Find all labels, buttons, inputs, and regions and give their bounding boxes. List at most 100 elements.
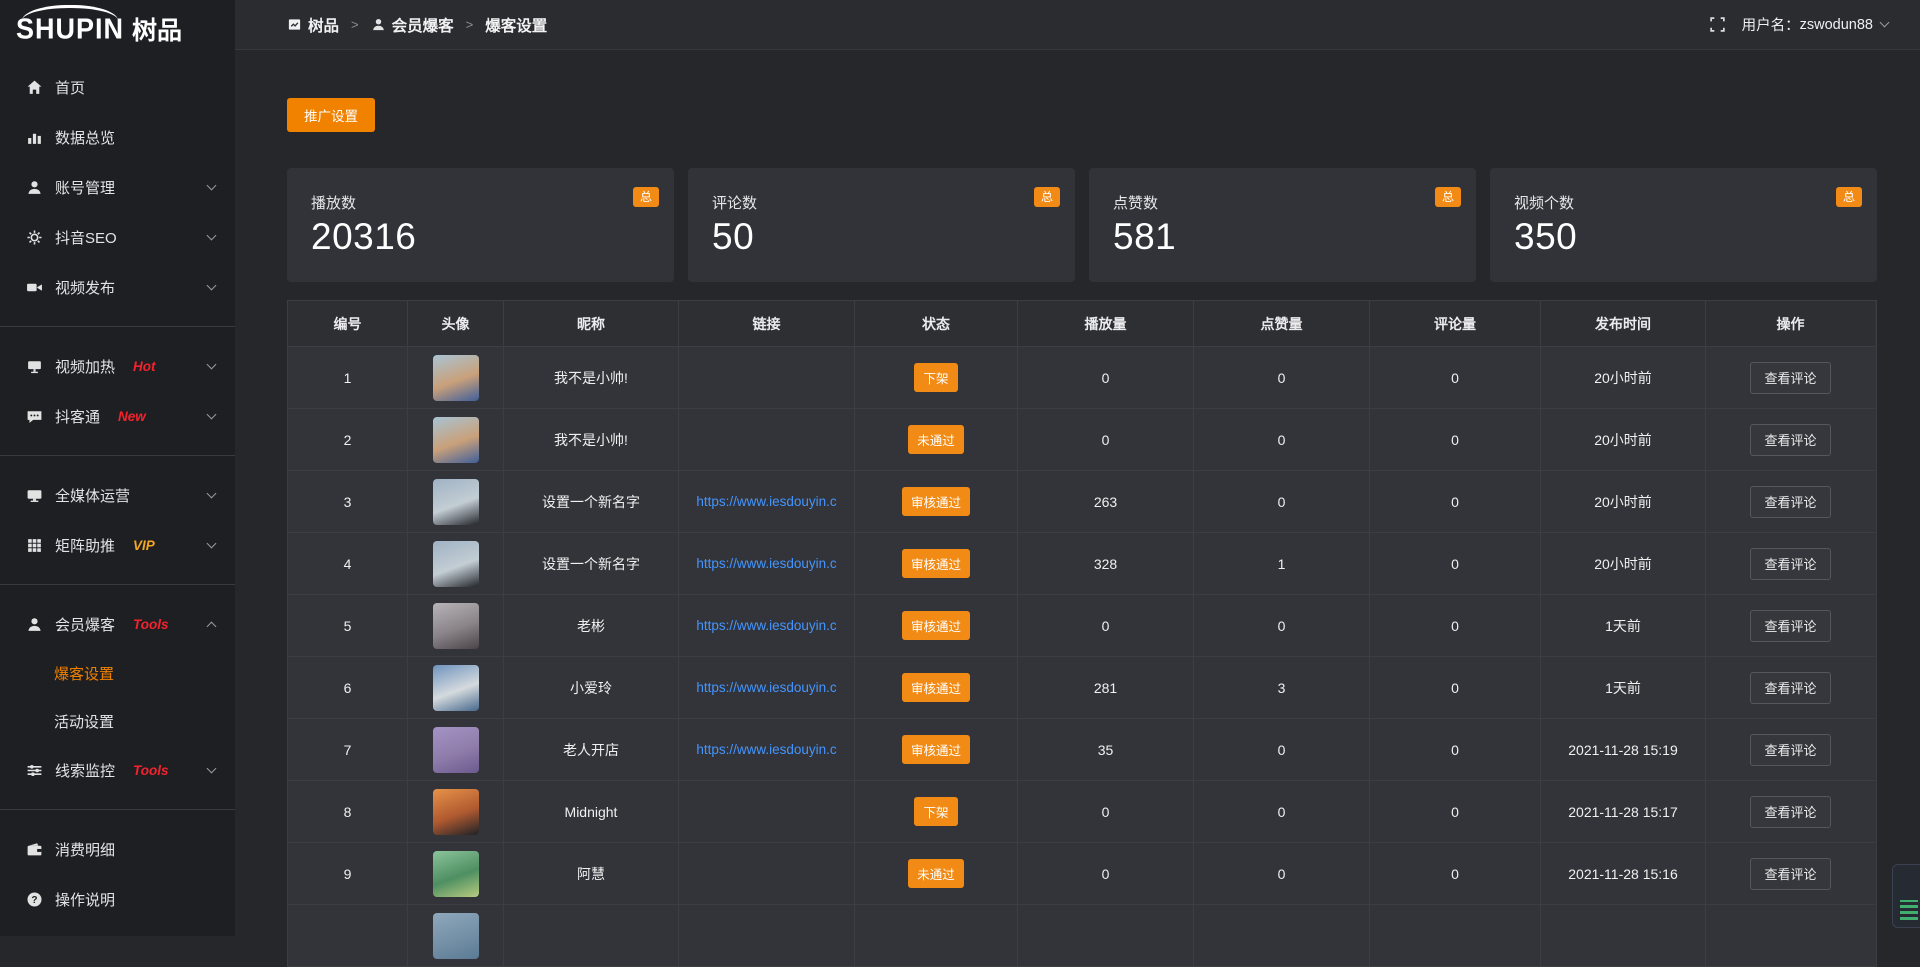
view-comments-button[interactable]: 查看评论 bbox=[1750, 796, 1830, 828]
cell-id: 9 bbox=[288, 843, 408, 905]
view-comments-button[interactable]: 查看评论 bbox=[1750, 610, 1830, 642]
cell-status: 未通过 bbox=[855, 843, 1018, 905]
stat-cards: 播放数20316总评论数50总点赞数581总视频个数350总 bbox=[287, 168, 1877, 282]
cell-id: 5 bbox=[288, 595, 408, 657]
sidebar-item-label: 消费明细 bbox=[55, 839, 115, 860]
sidebar-item-data-overview[interactable]: 数据总览 bbox=[0, 112, 235, 162]
sidebar-item-activity-settings[interactable]: 活动设置 bbox=[0, 697, 235, 745]
view-comments-button[interactable]: 查看评论 bbox=[1750, 362, 1830, 394]
sidebar-item-media-operation[interactable]: 全媒体运营 bbox=[0, 470, 235, 520]
sidebar-item-member-baoke[interactable]: 会员爆客Tools bbox=[0, 599, 235, 649]
breadcrumb-label: 爆客设置 bbox=[485, 14, 547, 36]
wallet-icon bbox=[26, 841, 43, 858]
main-area: 树品>会员爆客>爆客设置 用户名：zswodun88 推广设置 播放数20316… bbox=[235, 0, 1920, 936]
cell-time bbox=[1541, 905, 1706, 967]
cell-avatar bbox=[408, 843, 504, 905]
sidebar-item-consume-detail[interactable]: 消费明细 bbox=[0, 824, 235, 874]
breadcrumb-item[interactable]: 爆客设置 bbox=[485, 14, 547, 36]
video-icon bbox=[26, 279, 43, 296]
cell-comments: 0 bbox=[1370, 533, 1541, 595]
member-icon bbox=[26, 616, 43, 633]
logo-text-cn: 树品 bbox=[132, 11, 182, 47]
sidebar-item-douyin-seo[interactable]: 抖音SEO bbox=[0, 212, 235, 262]
sidebar-item-account-manage[interactable]: 账号管理 bbox=[0, 162, 235, 212]
chevron-down-icon bbox=[207, 538, 217, 548]
sidebar-item-label: 视频发布 bbox=[55, 277, 115, 298]
sidebar-item-matrix-boost[interactable]: 矩阵助推VIP bbox=[0, 520, 235, 570]
breadcrumb-separator: > bbox=[351, 17, 359, 32]
cell-id: 4 bbox=[288, 533, 408, 595]
table-row: 4设置一个新名字https://www.iesdouyin.c审核通过32810… bbox=[288, 533, 1876, 595]
status-badge: 下架 bbox=[914, 363, 957, 392]
cell-link: https://www.iesdouyin.c bbox=[679, 471, 855, 533]
floating-contact-widget[interactable] bbox=[1892, 864, 1920, 928]
logo-text-en: SHUPIN bbox=[16, 13, 124, 46]
sliders-icon bbox=[26, 762, 43, 779]
avatar bbox=[433, 851, 479, 897]
cell-time: 2021-11-28 15:16 bbox=[1541, 843, 1706, 905]
table-header-cell: 发布时间 bbox=[1541, 301, 1706, 347]
view-comments-button[interactable]: 查看评论 bbox=[1750, 486, 1830, 518]
cell-likes: 1 bbox=[1194, 533, 1370, 595]
video-link[interactable]: https://www.iesdouyin.c bbox=[696, 556, 836, 571]
cell-comments: 0 bbox=[1370, 657, 1541, 719]
breadcrumb-item[interactable]: 会员爆客 bbox=[371, 14, 454, 36]
sidebar-item-label: 视频加热 bbox=[55, 356, 115, 377]
stat-card-label: 播放数 bbox=[311, 192, 650, 213]
stat-card-label: 评论数 bbox=[712, 192, 1051, 213]
chevron-down-icon bbox=[207, 488, 217, 498]
cell-action: 查看评论 bbox=[1706, 595, 1875, 657]
cell-likes: 0 bbox=[1194, 719, 1370, 781]
view-comments-button[interactable]: 查看评论 bbox=[1750, 672, 1830, 704]
stat-card: 点赞数581总 bbox=[1089, 168, 1476, 282]
cell-plays: 0 bbox=[1018, 781, 1194, 843]
chevron-up-icon bbox=[207, 621, 217, 631]
sidebar-item-label: 会员爆客 bbox=[55, 614, 115, 635]
menu-divider bbox=[0, 326, 235, 327]
view-comments-button[interactable]: 查看评论 bbox=[1750, 734, 1830, 766]
cell-action: 查看评论 bbox=[1706, 719, 1875, 781]
cell-action: 查看评论 bbox=[1706, 409, 1875, 471]
cell-link: https://www.iesdouyin.c bbox=[679, 657, 855, 719]
view-comments-button[interactable]: 查看评论 bbox=[1750, 424, 1830, 456]
sidebar-item-home[interactable]: 首页 bbox=[0, 62, 235, 112]
promo-settings-button[interactable]: 推广设置 bbox=[287, 98, 375, 132]
content-area: 推广设置 播放数20316总评论数50总点赞数581总视频个数350总 编号头像… bbox=[235, 50, 1920, 967]
video-link[interactable]: https://www.iesdouyin.c bbox=[696, 618, 836, 633]
username-menu[interactable]: 用户名：zswodun88 bbox=[1742, 14, 1888, 35]
video-link[interactable]: https://www.iesdouyin.c bbox=[696, 680, 836, 695]
sidebar-item-clue-monitor[interactable]: 线索监控 Tools bbox=[0, 745, 235, 795]
video-link[interactable]: https://www.iesdouyin.c bbox=[696, 742, 836, 757]
table-row: 1我不是小帅!下架00020小时前查看评论 bbox=[288, 347, 1876, 409]
user-icon bbox=[371, 17, 386, 32]
sidebar-item-video-heat[interactable]: 视频加热 Hot bbox=[0, 341, 235, 391]
cell-action: 查看评论 bbox=[1706, 657, 1875, 719]
sidebar-item-operation-guide[interactable]: ?操作说明 bbox=[0, 874, 235, 924]
table-header-cell: 播放量 bbox=[1018, 301, 1194, 347]
sidebar-item-tag: Hot bbox=[133, 359, 156, 374]
status-badge: 下架 bbox=[914, 797, 957, 826]
cell-nickname: 我不是小帅! bbox=[504, 409, 679, 471]
cell-avatar bbox=[408, 409, 504, 471]
cell-time: 1天前 bbox=[1541, 657, 1706, 719]
sidebar-item-label: 线索监控 bbox=[55, 760, 115, 781]
cell-comments bbox=[1370, 905, 1541, 967]
table-header-cell: 链接 bbox=[679, 301, 855, 347]
view-comments-button[interactable]: 查看评论 bbox=[1750, 548, 1830, 580]
video-link[interactable]: https://www.iesdouyin.c bbox=[696, 494, 836, 509]
cell-plays: 0 bbox=[1018, 347, 1194, 409]
sidebar-item-tag: Tools bbox=[133, 763, 169, 778]
cell-link bbox=[679, 347, 855, 409]
sidebar-item-label: 首页 bbox=[55, 77, 85, 98]
sidebar-item-video-publish[interactable]: 视频发布 bbox=[0, 262, 235, 312]
sidebar-item-douketong[interactable]: 抖客通New bbox=[0, 391, 235, 441]
sidebar-item-baoke-settings[interactable]: 爆客设置 bbox=[0, 649, 235, 697]
view-comments-button[interactable]: 查看评论 bbox=[1750, 858, 1830, 890]
cell-avatar bbox=[408, 347, 504, 409]
cell-comments: 0 bbox=[1370, 843, 1541, 905]
fullscreen-icon[interactable] bbox=[1709, 16, 1726, 33]
cell-time: 20小时前 bbox=[1541, 533, 1706, 595]
cell-plays: 263 bbox=[1018, 471, 1194, 533]
breadcrumb-item[interactable]: 树品 bbox=[287, 14, 339, 36]
cell-plays: 328 bbox=[1018, 533, 1194, 595]
